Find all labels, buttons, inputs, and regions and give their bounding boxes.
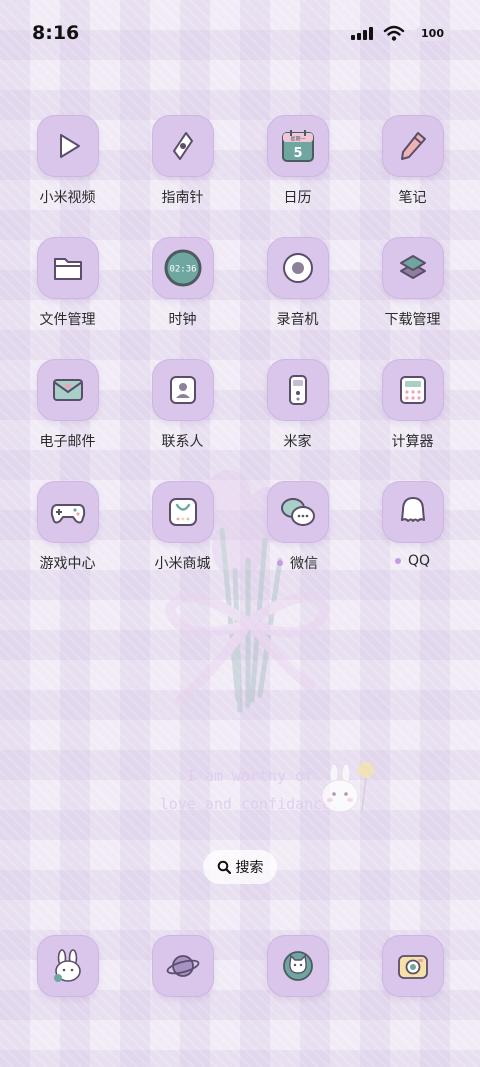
app-mi-video[interactable]: 小米视频 — [10, 115, 125, 237]
app-mijia[interactable]: 米家 — [240, 359, 355, 481]
search-icon — [217, 860, 231, 874]
calendar-weekday: 星期一 — [290, 137, 305, 143]
app-game-center[interactable]: 游戏中心 — [10, 481, 125, 603]
app-label: 计算器 — [391, 434, 434, 450]
dock-app-3[interactable] — [240, 935, 355, 997]
pencil-icon — [400, 132, 426, 160]
app-label: 联系人 — [161, 434, 204, 450]
camera-icon — [397, 955, 428, 979]
game-center-tile[interactable] — [36, 481, 99, 543]
app-calculator[interactable]: 计算器 — [355, 359, 470, 481]
dock — [10, 935, 470, 997]
search-button[interactable]: 搜索 — [203, 850, 277, 884]
app-label: 小米商城 — [154, 556, 211, 572]
clock-tile[interactable]: 02:36 — [151, 237, 214, 299]
envelope-icon — [52, 379, 83, 401]
compass-tile[interactable] — [151, 115, 214, 177]
planet-icon — [166, 955, 199, 977]
chat-bubbles-icon — [280, 498, 315, 526]
app-qq[interactable]: QQ — [355, 481, 470, 603]
bunny-icon — [53, 949, 81, 982]
app-label: 下载管理 — [384, 312, 441, 328]
app-label: 指南针 — [161, 190, 204, 206]
download-manager-tile[interactable] — [381, 237, 444, 299]
calendar-icon: 星期一 5 — [281, 130, 314, 162]
signal-icon — [351, 26, 374, 40]
dock-app-4[interactable] — [355, 935, 470, 997]
qq-tile[interactable] — [381, 481, 444, 543]
mi-video-tile[interactable] — [36, 115, 99, 177]
app-label: 文件管理 — [39, 312, 96, 328]
app-label: 录音机 — [276, 312, 319, 328]
dock-app-2[interactable] — [125, 935, 240, 997]
gamepad-icon — [50, 504, 85, 524]
calculator-tile[interactable] — [381, 359, 444, 421]
contact-icon — [169, 376, 196, 404]
new-badge-dot — [394, 558, 401, 564]
app-notes[interactable]: 笔记 — [355, 115, 470, 237]
app-label: 笔记 — [398, 190, 427, 206]
app-email[interactable]: 电子邮件 — [10, 359, 125, 481]
bunny-balloon-decoration — [321, 762, 374, 813]
wifi-icon — [383, 25, 405, 41]
app-compass[interactable]: 指南针 — [125, 115, 240, 237]
calendar-day: 5 — [293, 146, 302, 161]
app-label: 微信 — [290, 556, 318, 572]
dock-tile-bunny[interactable] — [36, 935, 99, 997]
contacts-tile[interactable] — [151, 359, 214, 421]
mi-store-tile[interactable] — [151, 481, 214, 543]
dock-tile-camera[interactable] — [381, 935, 444, 997]
recorder-tile[interactable] — [266, 237, 329, 299]
mijia-tile[interactable] — [266, 359, 329, 421]
notes-tile[interactable] — [381, 115, 444, 177]
dock-app-1[interactable] — [10, 935, 125, 997]
app-label: 小米视频 — [39, 190, 96, 206]
file-manager-tile[interactable] — [36, 237, 99, 299]
cat-face-icon — [282, 951, 313, 981]
layers-icon — [399, 255, 426, 279]
battery-indicator: 100 — [415, 25, 450, 41]
dock-tile-cat[interactable] — [266, 935, 329, 997]
app-contacts[interactable]: 联系人 — [125, 359, 240, 481]
app-label: 游戏中心 — [39, 556, 96, 572]
app-label: 时钟 — [168, 312, 197, 328]
app-label: QQ — [407, 553, 431, 569]
clock-time: 02:36 — [169, 265, 196, 275]
app-label: 电子邮件 — [39, 434, 96, 450]
status-time: 8:16 — [32, 22, 80, 44]
app-label: 日历 — [283, 190, 312, 206]
clock-icon: 02:36 — [164, 249, 201, 287]
app-calendar[interactable]: 星期一 5 日历 — [240, 115, 355, 237]
app-mi-store[interactable]: 小米商城 — [125, 481, 240, 603]
app-download-manager[interactable]: 下载管理 — [355, 237, 470, 359]
app-label: 米家 — [283, 434, 312, 450]
new-badge-dot — [277, 560, 283, 566]
app-recorder[interactable]: 录音机 — [240, 237, 355, 359]
dock-tile-planet[interactable] — [151, 935, 214, 997]
app-file-manager[interactable]: 文件管理 — [10, 237, 125, 359]
calendar-tile[interactable]: 星期一 5 — [266, 115, 329, 177]
wechat-tile[interactable] — [266, 481, 329, 543]
calculator-icon — [399, 376, 426, 404]
shop-bag-icon — [168, 498, 197, 526]
app-grid: 小米视频 指南针 星期一 5 日历 笔记 文件管理 02:36 时钟 录音机 下… — [10, 115, 470, 603]
app-clock[interactable]: 02:36 时钟 — [125, 237, 240, 359]
search-label: 搜索 — [235, 860, 264, 876]
play-icon — [59, 134, 80, 158]
status-bar: 8:16 100 — [0, 0, 480, 70]
remote-icon — [288, 375, 307, 405]
status-icons: 100 — [351, 24, 450, 42]
folder-icon — [53, 258, 82, 280]
recorder-icon — [282, 253, 313, 283]
penguin-ghost-icon — [400, 497, 425, 522]
compass-icon — [172, 132, 193, 160]
email-tile[interactable] — [36, 359, 99, 421]
app-wechat[interactable]: 微信 — [240, 481, 355, 603]
